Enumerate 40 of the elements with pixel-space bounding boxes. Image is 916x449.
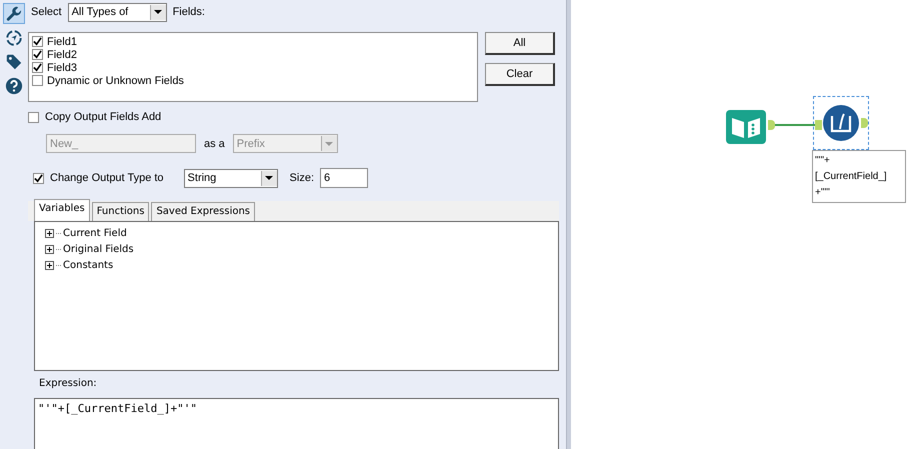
size-label: Size: [290,172,314,184]
expression-editor[interactable]: "'"+[_CurrentField_]+"'" [34,398,559,449]
caret-icon[interactable] [265,176,274,180]
checkbox[interactable] [32,49,43,60]
tab[interactable]: Functions [92,202,150,221]
field-item[interactable]: Field2 [47,48,77,60]
wrench-icon[interactable] [3,3,25,24]
connection-line [775,124,815,126]
tree-item[interactable]: Current Field [63,228,127,238]
expand-icon[interactable] [45,244,54,254]
copy-output-label: Copy Output Fields Add [45,111,162,123]
annotation-text: "'"+ [815,154,831,168]
expand-icon[interactable] [45,228,54,238]
checkbox[interactable] [32,62,43,73]
expand-icon[interactable] [45,260,54,270]
caret-icon[interactable] [154,10,162,14]
annotation-text: [_CurrentField_] [815,170,888,184]
fields-label: Fields: [172,6,205,18]
checkbox[interactable] [32,75,43,86]
field-item[interactable]: Field1 [47,36,77,48]
output-type-dropdown[interactable]: String [184,168,278,188]
tab[interactable]: Saved Expressions [151,202,256,221]
as-a-label: as a [204,138,225,150]
checkbox[interactable] [33,172,44,184]
expression-label: Expression: [39,378,98,391]
type-dropdown[interactable]: All Types of [68,2,167,22]
annotation-text: +"'" [815,186,831,200]
help-icon[interactable] [3,75,25,96]
tab[interactable]: Variables [34,199,90,221]
change-type-label: Change Output Type to [50,172,164,184]
all-button[interactable]: All [485,32,555,55]
book-tool-icon[interactable] [726,110,766,144]
tree-item[interactable]: Original Fields [63,244,134,254]
tree-item[interactable]: Constants [63,260,114,270]
clear-button[interactable]: Clear [485,63,555,86]
select-label: Select [31,6,62,18]
field-item[interactable]: Field3 [47,62,77,74]
size-field[interactable]: 6 [320,168,368,188]
checkbox[interactable] [32,36,43,47]
field-item[interactable]: Dynamic or Unknown Fields [47,74,184,86]
